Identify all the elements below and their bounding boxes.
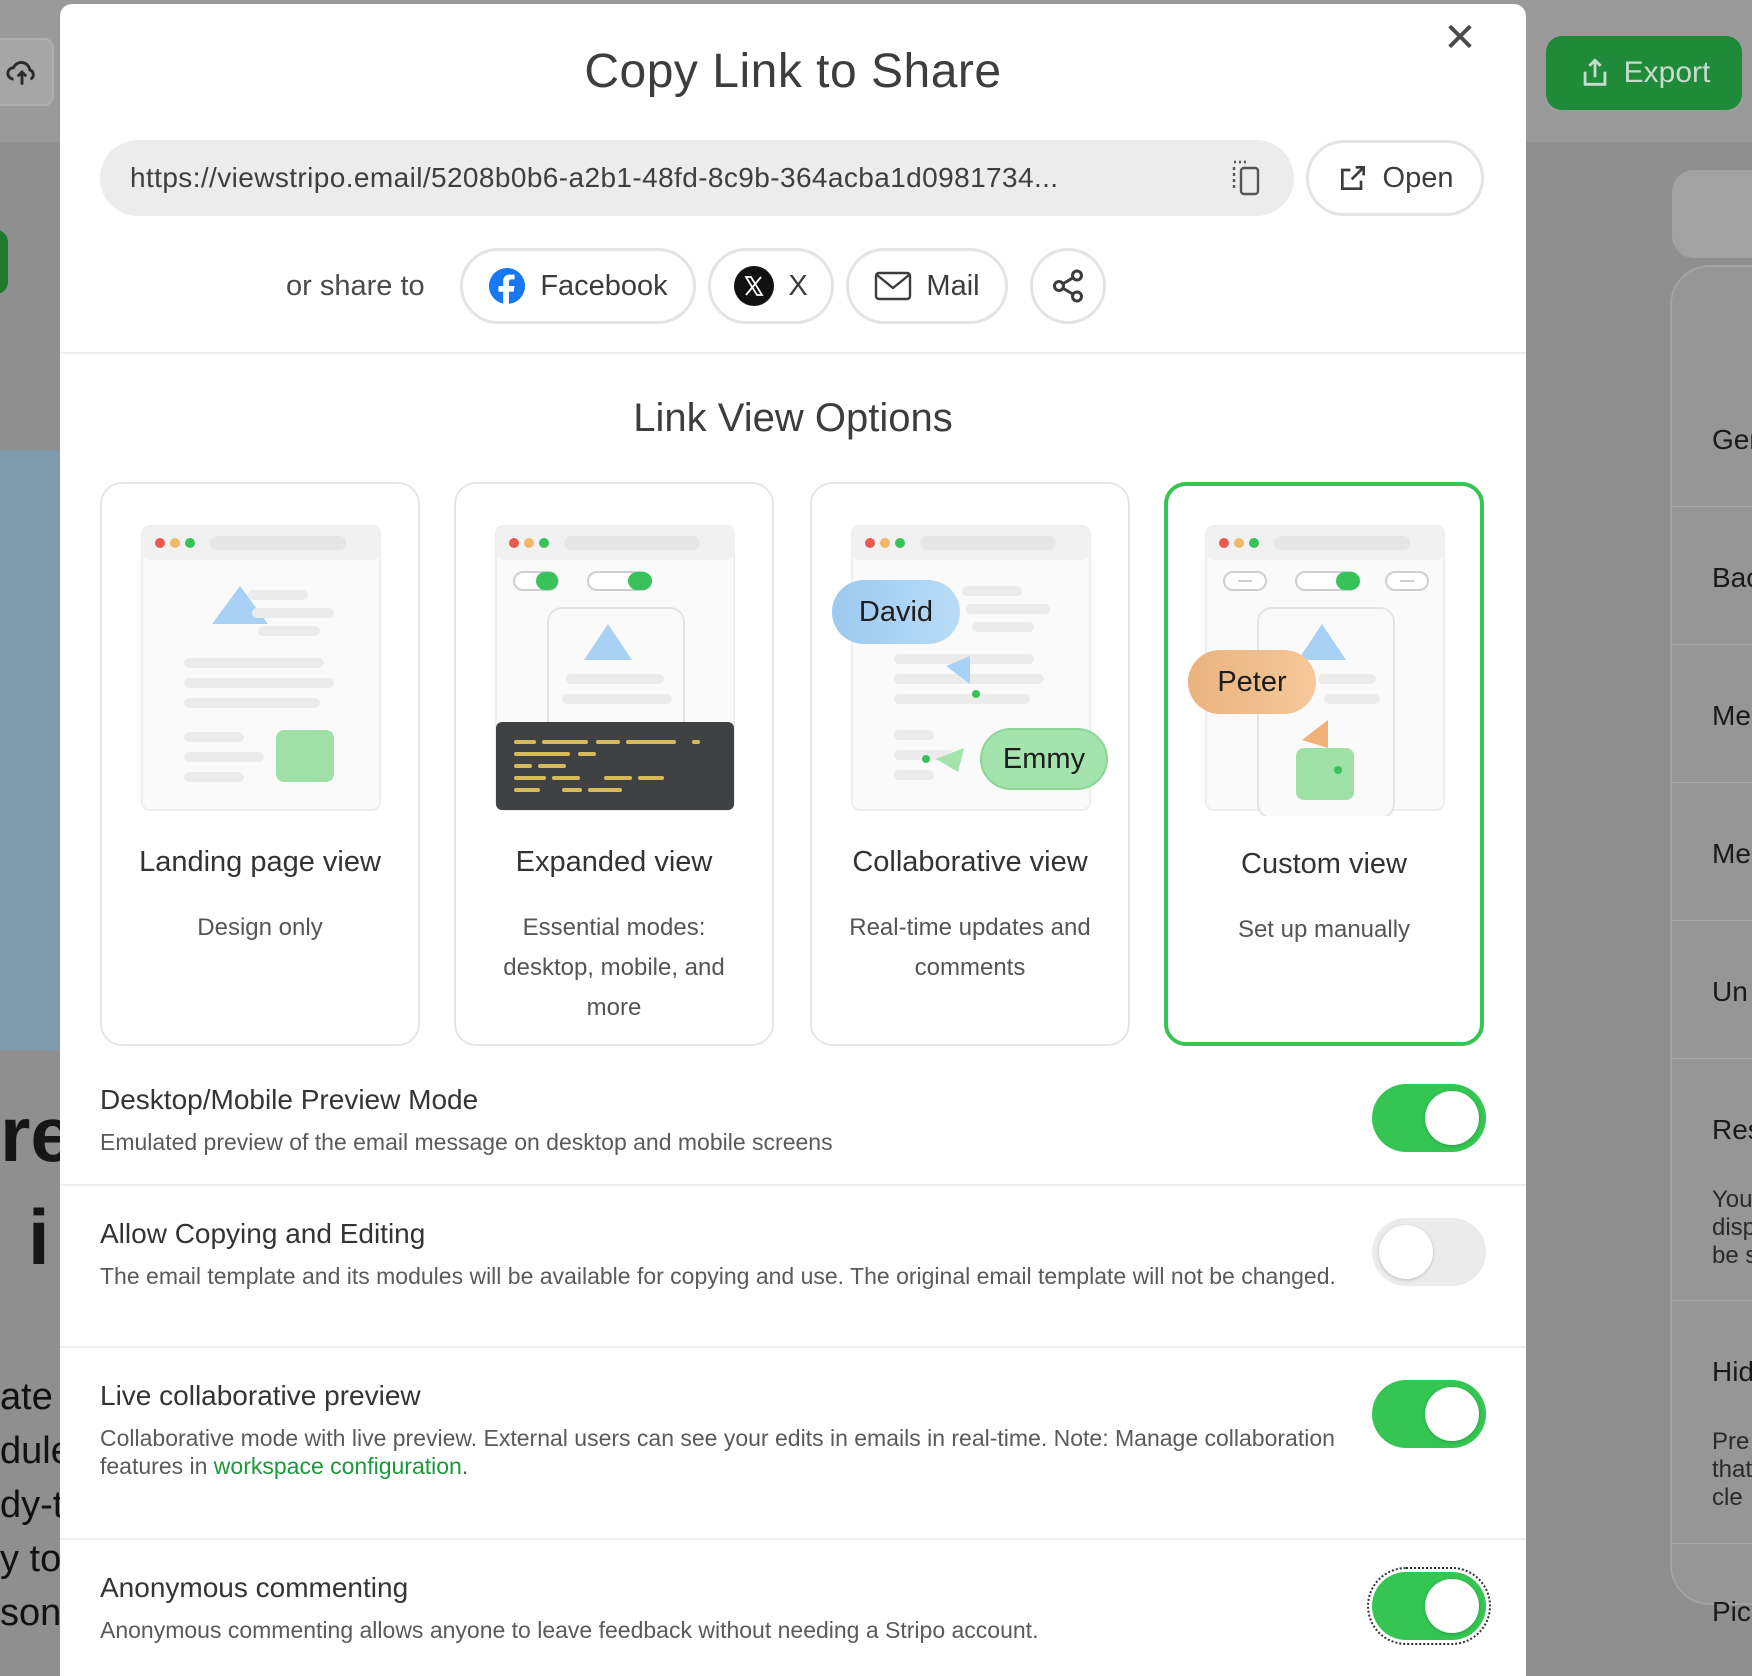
open-label: Open — [1382, 161, 1454, 194]
share-facebook-button[interactable]: Facebook — [460, 248, 696, 324]
option-title: Anonymous commenting — [100, 1572, 409, 1603]
open-link-button[interactable]: Open — [1306, 140, 1484, 216]
landing-page-illustration — [141, 525, 381, 811]
option-description-text: . — [461, 1453, 469, 1479]
background-image-strip — [0, 450, 60, 1050]
toggle-knob — [1425, 1387, 1479, 1441]
card-description: Set up manually — [1237, 916, 1411, 943]
background-accent — [0, 230, 8, 294]
settings-item: Me — [1712, 700, 1751, 731]
card-description: Design only — [197, 914, 323, 941]
settings-item: Res — [1712, 1114, 1752, 1145]
card-description: Essential modes: desktop, mobile, and mo… — [503, 914, 725, 1021]
divider — [60, 1184, 1526, 1186]
cursor-pointer-icon — [922, 748, 964, 772]
toggle-knob — [1425, 1091, 1479, 1145]
facebook-label: Facebook — [540, 269, 668, 302]
x-logo-icon — [734, 266, 775, 306]
anonymous-commenting-toggle[interactable] — [1367, 1567, 1491, 1645]
divider — [60, 1346, 1526, 1348]
divider — [60, 352, 1526, 354]
cloud-upload-button[interactable] — [0, 38, 54, 106]
divider — [1672, 1543, 1752, 1544]
workspace-configuration-link[interactable]: workspace configuration — [214, 1453, 462, 1479]
settings-item: Hid — [1712, 1356, 1752, 1387]
view-card-expanded[interactable]: Expanded view Essential modes: desktop, … — [454, 482, 774, 1046]
share-icon — [1053, 269, 1083, 303]
facebook-icon — [489, 267, 526, 305]
divider — [1672, 644, 1752, 645]
live-collaborative-preview-toggle[interactable] — [1372, 1380, 1486, 1448]
settings-item: Bac — [1712, 562, 1752, 593]
x-label: X — [788, 269, 808, 302]
desktop-mobile-preview-toggle[interactable] — [1372, 1084, 1486, 1152]
cloud-upload-icon — [6, 61, 35, 85]
toggle-knob — [1425, 1579, 1479, 1633]
share-link-modal: ✕ Copy Link to Share https://viewstripo.… — [60, 4, 1526, 1676]
share-more-button[interactable] — [1030, 248, 1106, 324]
divider — [1672, 1058, 1752, 1059]
divider — [60, 1538, 1526, 1540]
card-title: Collaborative view — [852, 846, 1088, 878]
divider — [1672, 1300, 1752, 1301]
background-heading-fragment: i — [28, 1193, 50, 1281]
cursor-pointer-icon — [1302, 720, 1342, 774]
allow-copying-toggle[interactable] — [1372, 1218, 1486, 1286]
view-card-landing[interactable]: Landing page view Design only — [100, 482, 420, 1046]
option-live-collaborative-preview: Live collaborative preview Collaborative… — [100, 1380, 1486, 1520]
share-mail-button[interactable]: Mail — [846, 248, 1008, 324]
collaborator-bubble-emmy: Emmy — [980, 728, 1108, 790]
option-anonymous-commenting: Anonymous commenting Anonymous commentin… — [100, 1567, 1491, 1672]
mail-icon — [875, 271, 912, 301]
link-view-options-title: Link View Options — [633, 396, 953, 440]
mail-label: Mail — [926, 269, 980, 302]
settings-item-desc: You disp be s — [1712, 1186, 1752, 1269]
option-title: Live collaborative preview — [100, 1380, 421, 1411]
option-desktop-mobile-preview: Desktop/Mobile Preview Mode Emulated pre… — [100, 1084, 1486, 1184]
export-label: Export — [1623, 56, 1711, 89]
settings-item: Un — [1712, 976, 1748, 1007]
card-description: Real-time updates and comments — [849, 914, 1091, 981]
card-title: Expanded view — [515, 846, 713, 878]
share-x-button[interactable]: X — [708, 248, 834, 324]
card-title: Landing page view — [139, 846, 381, 878]
settings-item: Pic — [1712, 1596, 1751, 1627]
divider — [1672, 920, 1752, 921]
background-settings-panel — [1670, 265, 1752, 1605]
export-icon — [1583, 58, 1606, 86]
option-title: Desktop/Mobile Preview Mode — [100, 1084, 479, 1115]
view-card-custom[interactable]: Peter Custom view Set up manually — [1164, 482, 1484, 1046]
option-description: Emulated preview of the email message on… — [100, 1129, 833, 1155]
toggle-knob — [1379, 1225, 1433, 1279]
card-title: Custom view — [1241, 848, 1407, 880]
cursor-pointer-icon — [946, 656, 980, 698]
background-right-pill — [1672, 170, 1752, 258]
collaborator-bubble-david: David — [832, 580, 960, 644]
option-title: Allow Copying and Editing — [100, 1218, 426, 1249]
divider — [1672, 782, 1752, 783]
settings-item: Me — [1712, 838, 1751, 869]
share-link-url[interactable]: https://viewstripo.email/5208b0b6-a2b1-4… — [130, 162, 1208, 194]
export-button[interactable]: Export — [1546, 36, 1742, 110]
option-description: Anonymous commenting allows anyone to le… — [100, 1617, 1039, 1643]
expanded-view-illustration — [495, 525, 735, 811]
copy-icon[interactable] — [1228, 157, 1264, 199]
collaborator-bubble-peter: Peter — [1188, 650, 1316, 714]
external-link-icon — [1340, 166, 1365, 190]
share-link-field[interactable]: https://viewstripo.email/5208b0b6-a2b1-4… — [100, 140, 1294, 216]
share-to-label: or share to — [286, 270, 425, 302]
divider — [1672, 506, 1752, 507]
settings-item-desc: Pre that cle — [1712, 1428, 1752, 1511]
option-allow-copying: Allow Copying and Editing The email temp… — [100, 1218, 1486, 1338]
modal-title: Copy Link to Share — [584, 45, 1002, 98]
settings-item: Gen — [1712, 424, 1752, 455]
option-description: The email template and its modules will … — [100, 1263, 1336, 1289]
view-card-collaborative[interactable]: David Emmy Collaborative view Real-time … — [810, 482, 1130, 1046]
option-description: Collaborative mode with live preview. Ex… — [100, 1424, 1340, 1480]
